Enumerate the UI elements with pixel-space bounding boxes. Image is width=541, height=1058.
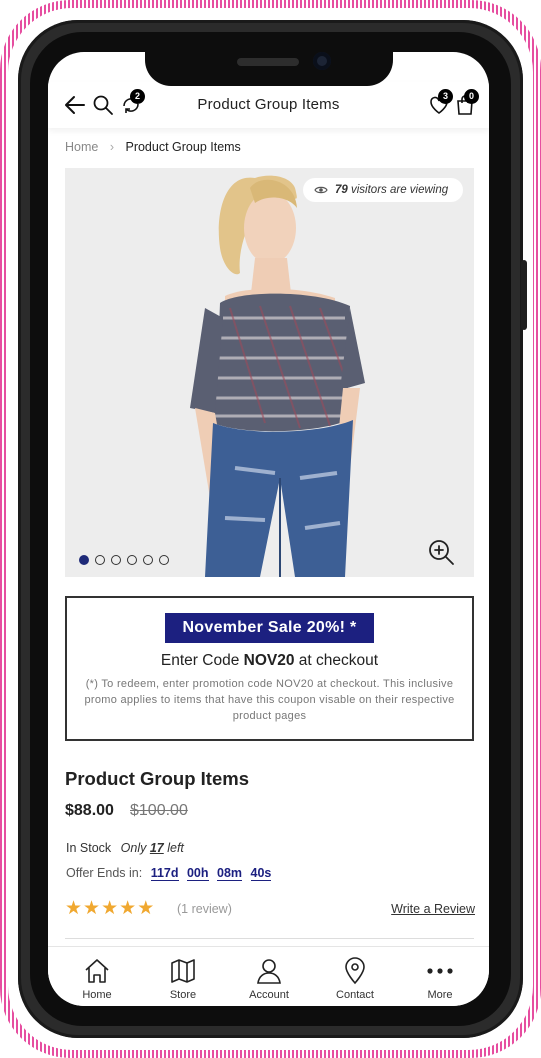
- chevron-right-icon: ›: [109, 140, 114, 154]
- phone-speaker: [237, 58, 299, 66]
- countdown-minutes: 08m: [217, 866, 243, 881]
- page-title: Product Group Items: [197, 96, 340, 113]
- breadcrumb-home-link[interactable]: Home: [65, 140, 98, 154]
- eye-icon: [314, 186, 328, 194]
- tab-home[interactable]: Home: [57, 947, 137, 1006]
- promo-code-prefix: Enter Code: [160, 652, 240, 669]
- offer-countdown: Offer Ends in: 117d 00h 08m 40s: [66, 866, 272, 881]
- product-image: [65, 168, 474, 577]
- breadcrumb: Home › Product Group Items: [65, 140, 241, 154]
- promo-box: November Sale 20%! * Enter Code NOV20 at…: [65, 596, 474, 741]
- stock-status: In Stock Only 17 left: [66, 841, 184, 855]
- home-icon: [85, 959, 109, 983]
- gallery-dot[interactable]: [159, 555, 169, 565]
- tab-label: Home: [82, 989, 112, 1001]
- phone-camera: [313, 52, 331, 70]
- promo-note: (*) To redeem, enter promotion code NOV2…: [84, 678, 455, 722]
- gallery-dot[interactable]: [111, 555, 121, 565]
- zoom-in-icon[interactable]: [427, 538, 455, 566]
- user-icon: [257, 959, 281, 984]
- tab-label: Store: [169, 989, 197, 1001]
- search-icon[interactable]: [92, 94, 114, 116]
- tab-account[interactable]: Account: [229, 947, 309, 1006]
- star-icon: ★: [119, 898, 137, 919]
- gallery-dot[interactable]: [79, 555, 89, 565]
- product-image-gallery[interactable]: 79 visitors are viewing: [65, 168, 474, 577]
- tab-label: Contact: [336, 989, 374, 1001]
- star-rating: ★★★★★: [65, 897, 155, 920]
- back-arrow-icon[interactable]: [64, 94, 86, 116]
- offer-label: Offer Ends in:: [66, 866, 143, 880]
- write-review-link[interactable]: Write a Review: [391, 902, 475, 916]
- tab-label: Account: [249, 989, 289, 1001]
- star-icon: ★: [65, 898, 83, 919]
- phone-notch: [145, 44, 393, 86]
- breadcrumb-current: Product Group Items: [125, 140, 241, 154]
- gallery-dot[interactable]: [143, 555, 153, 565]
- cart-button[interactable]: 0: [454, 89, 479, 116]
- gallery-dot[interactable]: [127, 555, 137, 565]
- gallery-pagination: [79, 552, 175, 570]
- tab-more[interactable]: More: [400, 947, 480, 1006]
- gallery-dot[interactable]: [95, 555, 105, 565]
- compare-button[interactable]: 2: [120, 89, 145, 116]
- promo-title: November Sale 20%! *: [165, 613, 374, 643]
- promo-code-suffix: at checkout: [298, 652, 379, 669]
- countdown-seconds: 40s: [250, 866, 272, 881]
- visitors-count: 79: [335, 184, 348, 196]
- cart-count-badge: 0: [464, 89, 479, 104]
- promo-code-line: Enter Code NOV20 at checkout: [67, 652, 472, 670]
- countdown-days: 117d: [150, 866, 179, 881]
- promo-code: NOV20: [243, 652, 295, 669]
- phone-side-button: [521, 260, 527, 330]
- countdown-hours: 00h: [186, 866, 209, 881]
- visitors-badge: 79 visitors are viewing: [303, 178, 463, 202]
- compare-count-badge: 2: [130, 89, 145, 104]
- more-dots-icon: [427, 968, 453, 974]
- app-header: 2 Product Group Items 3 0: [48, 82, 489, 128]
- map-icon: [171, 959, 195, 983]
- visitors-text: visitors are viewing: [351, 184, 449, 196]
- star-icon: ★: [137, 898, 155, 919]
- star-icon: ★: [83, 898, 101, 919]
- product-price: $88.00: [65, 802, 114, 819]
- location-pin-icon: [345, 957, 365, 985]
- review-count[interactable]: (1 review): [177, 902, 232, 916]
- tab-label: More: [427, 989, 453, 1001]
- wishlist-button[interactable]: 3: [428, 89, 453, 116]
- product-old-price: $100.00: [130, 802, 188, 819]
- stock-label: In Stock: [66, 841, 112, 855]
- wishlist-count-badge: 3: [438, 89, 453, 104]
- divider: [65, 938, 474, 939]
- stock-only-text: Only 17 left: [120, 841, 184, 855]
- stock-quantity: 17: [149, 841, 164, 855]
- bottom-tab-bar: Home Store Account Contact More: [48, 946, 489, 1006]
- tab-store[interactable]: Store: [143, 947, 223, 1006]
- star-icon: ★: [101, 898, 119, 919]
- product-title: Product Group Items: [65, 768, 249, 789]
- phone-screen: 2 Product Group Items 3 0 Home › Product…: [48, 52, 489, 1006]
- tab-contact[interactable]: Contact: [315, 947, 395, 1006]
